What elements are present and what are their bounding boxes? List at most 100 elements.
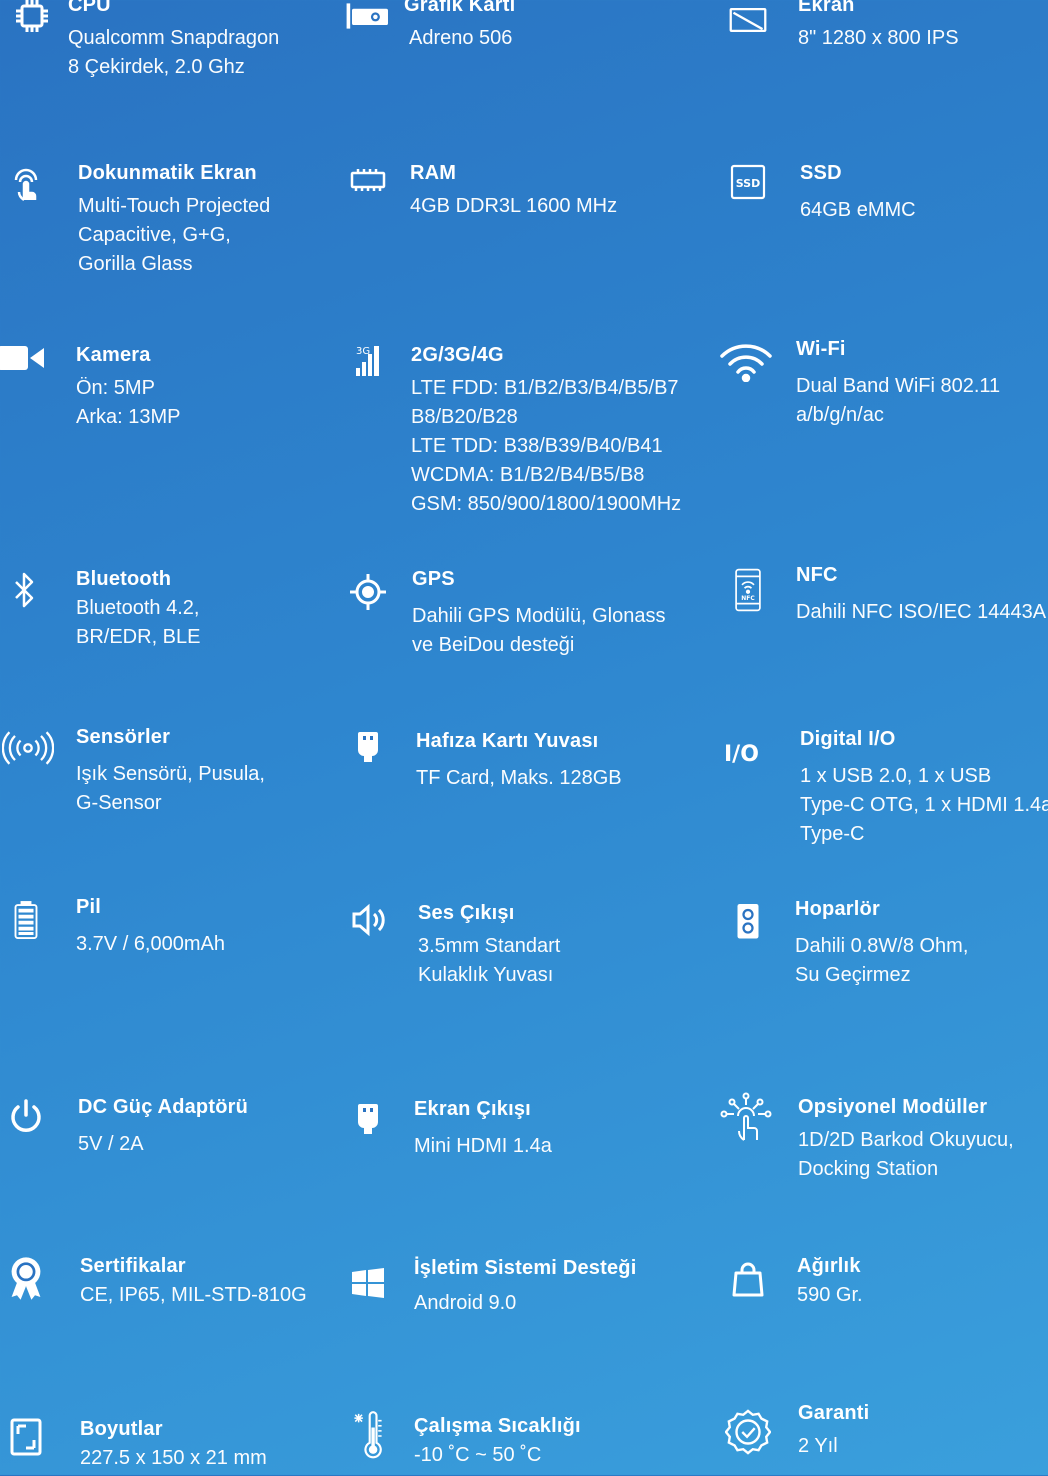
camera-icon	[0, 332, 50, 384]
dimensions-icon	[0, 1410, 52, 1462]
spec-description: Dahili GPS Modülü, Glonass ve BeiDou des…	[412, 605, 666, 656]
spec-title: Ses Çıkışı	[418, 902, 515, 924]
spec-description: 227.5 x 150 x 21 mm	[80, 1447, 267, 1469]
ram-icon	[342, 154, 394, 206]
spec-title: Hafıza Kartı Yuvası	[416, 730, 599, 752]
spec-title: 2G/3G/4G	[411, 344, 504, 366]
spec-title: Ekran Çıkışı	[414, 1098, 531, 1120]
spec-description: LTE FDD: B1/B2/B3/B4/B5/B7 B8/B20/B28 LT…	[411, 377, 682, 515]
warranty-check-icon	[722, 1406, 774, 1458]
hdmi-connector-icon	[342, 1092, 394, 1144]
spec-item-ssd: SSD SSD 64GB eMMC	[722, 160, 1048, 320]
spec-description: 3.7V / 6,000mAh	[76, 933, 225, 955]
bluetooth-icon	[0, 564, 50, 616]
spec-title: İşletim Sistemi Desteği	[414, 1257, 637, 1279]
spec-title: NFC	[796, 564, 838, 586]
spec-item-touchscreen: Dokunmatik Ekran Multi-Touch Projected C…	[0, 160, 330, 320]
spec-item-warranty: Garanti 2 Yıl	[722, 1400, 1048, 1470]
screen-icon	[722, 0, 774, 46]
spec-description: TF Card, Maks. 128GB	[416, 767, 622, 789]
power-icon	[0, 1090, 52, 1142]
spec-description: Qualcomm Snapdragon 8 Çekirdek, 2.0 Ghz	[68, 27, 280, 78]
spec-title: Ekran	[798, 0, 855, 16]
spec-item-digital-io: I/O Digital I/O 1 x USB 2.0, 1 x USB Typ…	[722, 726, 1048, 886]
spec-description: 3.5mm Standart Kulaklık Yuvası	[418, 935, 561, 986]
spec-item-battery: Pil 3.7V / 6,000mAh	[0, 894, 330, 1054]
cpu-icon	[6, 0, 58, 42]
graphics-card-icon	[342, 0, 398, 42]
certificate-badge-icon	[0, 1253, 52, 1305]
wifi-icon	[716, 336, 776, 388]
spec-item-wifi: Wi-Fi Dual Band WiFi 802.11 a/b/g/n/ac	[716, 336, 1046, 496]
svg-text:NFC: NFC	[741, 595, 754, 602]
spec-title: Ağırlık	[797, 1255, 861, 1277]
spec-title: GPS	[412, 568, 455, 590]
spec-description: 2 Yıl	[798, 1435, 838, 1457]
spec-description: CE, IP65, MIL-STD-810G	[80, 1284, 307, 1306]
spec-title: RAM	[410, 162, 457, 184]
spec-title: Çalışma Sıcaklığı	[414, 1415, 581, 1437]
spec-title: Digital I/O	[800, 728, 896, 750]
spec-item-certificates: Sertifikalar CE, IP65, MIL-STD-810G	[0, 1253, 330, 1413]
spec-description: 8" 1280 x 800 IPS	[798, 27, 959, 49]
spec-title: DC Güç Adaptörü	[78, 1096, 249, 1118]
spec-title: Grafik Kartı	[404, 0, 516, 16]
spec-description: Multi-Touch Projected Capacitive, G+G, G…	[78, 195, 271, 275]
cellular-signal-icon: 3G	[342, 336, 394, 388]
speaker-icon	[722, 896, 774, 948]
spec-title: Sertifikalar	[80, 1255, 186, 1277]
spec-item-audio-output: Ses Çıkışı 3.5mm Standart Kulaklık Yuvas…	[342, 900, 672, 1060]
spec-description: 590 Gr.	[797, 1284, 863, 1306]
spec-item-sensors: Sensörler Işık Sensörü, Pusula, G-Sensor	[0, 724, 330, 884]
spec-item-dimensions: Boyutlar 227.5 x 150 x 21 mm	[0, 1416, 330, 1476]
spec-item-operating-system: İşletim Sistemi Desteği Android 9.0	[342, 1255, 672, 1415]
io-icon: I/O	[722, 726, 770, 778]
spec-item-optional-modules: Opsiyonel Modüller 1D/2D Barkod Okuyucu,…	[716, 1092, 1046, 1254]
ssd-icon: SSD	[722, 156, 774, 208]
spec-description: Adreno 506	[409, 27, 513, 49]
spec-description: 1D/2D Barkod Okuyucu, Docking Station	[798, 1129, 1014, 1180]
spec-item-speaker: Hoparlör Dahili 0.8W/8 Ohm, Su Geçirmez	[722, 896, 1048, 1056]
spec-title: Sensörler	[76, 726, 171, 748]
spec-title: Opsiyonel Modüller	[798, 1096, 988, 1118]
svg-text:I/O: I/O	[724, 742, 759, 767]
spec-description: 4GB DDR3L 1600 MHz	[410, 195, 618, 217]
spec-description: 5V / 2A	[78, 1133, 144, 1155]
spec-title: Bluetooth	[76, 568, 172, 590]
touch-icon	[0, 160, 52, 212]
temperature-icon	[342, 1405, 394, 1467]
spec-description: Dahili 0.8W/8 Ohm, Su Geçirmez	[795, 935, 969, 986]
spec-title: Pil	[76, 896, 102, 918]
spec-item-weight: Ağırlık 590 Gr.	[722, 1253, 1048, 1413]
spec-description: Bluetooth 4.2, BR/EDR, BLE	[76, 597, 201, 648]
windows-icon	[342, 1257, 394, 1309]
spec-item-memory-card: Hafıza Kartı Yuvası TF Card, Maks. 128GB	[342, 728, 672, 888]
spec-description: 1 x USB 2.0, 1 x USB Type-C OTG, 1 x HDM…	[800, 765, 1048, 845]
spec-title: Dokunmatik Ekran	[78, 162, 257, 184]
spec-item-gps: GPS Dahili GPS Modülü, Glonass ve BeiDou…	[342, 566, 672, 726]
spec-title: Kamera	[76, 344, 151, 366]
audio-output-icon	[342, 894, 394, 946]
spec-description: Mini HDMI 1.4a	[414, 1135, 552, 1157]
spec-title: SSD	[800, 162, 842, 184]
spec-description: Dual Band WiFi 802.11 a/b/g/n/ac	[796, 375, 1001, 426]
spec-item-ram: RAM 4GB DDR3L 1600 MHz	[342, 160, 672, 320]
spec-description: -10 ˚C ~ 50 ˚C	[414, 1444, 542, 1466]
spec-item-cellular: 3G 2G/3G/4G LTE FDD: B1/B2/B3/B4/B5/B7 B…	[342, 342, 681, 532]
sensor-waves-icon	[0, 722, 56, 774]
spec-item-operating-temperature: Çalışma Sıcaklığı -10 ˚C ~ 50 ˚C	[342, 1411, 672, 1475]
battery-icon	[0, 894, 52, 946]
spec-description: Işık Sensörü, Pusula, G-Sensor	[76, 763, 265, 814]
spec-title: CPU	[68, 0, 111, 16]
spec-item-screen: Ekran 8" 1280 x 800 IPS	[722, 0, 1048, 152]
weight-bag-icon	[722, 1253, 774, 1305]
spec-item-display-output: Ekran Çıkışı Mini HDMI 1.4a	[342, 1096, 672, 1256]
spec-description: 64GB eMMC	[800, 199, 916, 221]
gps-target-icon	[342, 566, 394, 618]
spec-title: Garanti	[798, 1402, 870, 1424]
spec-description: Android 9.0	[414, 1292, 517, 1314]
spec-item-graphics-card: Grafik Kartı Adreno 506	[342, 0, 672, 152]
spec-item-cpu: CPU Qualcomm Snapdragon 8 Çekirdek, 2.0 …	[0, 0, 330, 152]
nfc-icon: NFC	[722, 564, 774, 616]
spec-title: Boyutlar	[80, 1418, 163, 1440]
